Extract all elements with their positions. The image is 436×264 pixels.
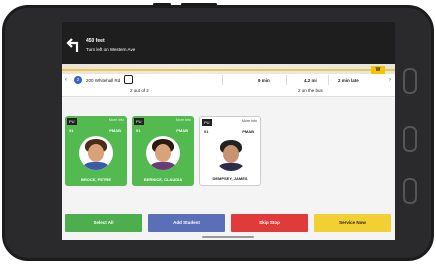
- schedule-status: 2 min late: [338, 78, 359, 83]
- next-stop-chevron-icon[interactable]: ›: [389, 77, 391, 83]
- previous-stop-chevron-icon[interactable]: ‹: [65, 77, 67, 83]
- student-program: PMAB: [109, 128, 121, 133]
- stop-address: 200 Whitehall Rd: [86, 78, 121, 83]
- pickup-badge: PU: [134, 118, 144, 125]
- more-info-link[interactable]: More Info: [109, 118, 124, 122]
- map-road: [62, 69, 395, 71]
- map-view[interactable]: W: [62, 64, 395, 74]
- add-student-button[interactable]: Add Student: [148, 214, 225, 232]
- volume-button-top: [153, 3, 171, 6]
- student-program: PMAB: [242, 129, 254, 134]
- turn-distance: 450 feet: [86, 38, 105, 44]
- divider: [328, 75, 329, 85]
- divider: [286, 75, 287, 85]
- student-program: PMAB: [176, 128, 188, 133]
- action-bar: Select All Add Student Skip Stop Service…: [62, 214, 395, 234]
- map-brand-logo: W: [371, 66, 385, 74]
- service-now-button[interactable]: Service Now: [314, 214, 391, 232]
- device-screen: 450 feet Turn left on Western Ave W ‹ 2 …: [62, 22, 395, 240]
- student-card[interactable]: PU More Info 01 PMAB DEMPSEY, JAMES: [199, 116, 261, 186]
- students-on-bus: 2 on the bus: [298, 88, 323, 93]
- more-info-link[interactable]: More Info: [176, 118, 191, 122]
- hardware-back-button[interactable]: [403, 68, 417, 94]
- student-name: DEMPSEY, JAMES: [212, 176, 248, 181]
- student-grade: 01: [69, 128, 74, 133]
- student-name: BERNICE, CLAUDIA: [143, 177, 183, 182]
- select-all-button[interactable]: Select All: [65, 214, 142, 232]
- stop-progress: 2 out of 2: [130, 88, 149, 93]
- student-photo: [214, 137, 248, 171]
- student-grade: 01: [136, 128, 141, 133]
- navigation-banner: 450 feet Turn left on Western Ave: [62, 22, 395, 64]
- power-button-top: [181, 3, 217, 6]
- turn-instruction: Turn left on Western Ave: [86, 47, 136, 52]
- student-name: BROCE, PETRE: [80, 177, 111, 182]
- student-card[interactable]: PU More Info 01 PMAB BERNICE, CLAUDIA: [132, 116, 194, 186]
- pickup-badge: PU: [202, 119, 212, 126]
- stop-notes-icon[interactable]: [124, 75, 133, 84]
- student-cards: PU More Info 01 PMAB BROCE, PETRE PU Mor…: [62, 98, 395, 198]
- pickup-badge: PU: [67, 118, 77, 125]
- eta-time: 9 min: [258, 78, 270, 83]
- distance-remaining: 4.2 mi: [304, 78, 317, 83]
- stop-info-bar: ‹ 2 200 Whitehall Rd 9 min 4.2 mi 2 min …: [62, 74, 395, 97]
- hardware-recent-button[interactable]: [403, 178, 417, 204]
- skip-stop-button[interactable]: Skip Stop: [231, 214, 308, 232]
- student-photo: [79, 136, 113, 170]
- home-indicator[interactable]: [202, 236, 254, 238]
- student-photo: [146, 136, 180, 170]
- hardware-home-button[interactable]: [403, 126, 417, 152]
- turn-left-arrow-icon: [66, 38, 79, 52]
- student-grade: 01: [204, 129, 209, 134]
- more-info-link[interactable]: More Info: [242, 119, 257, 123]
- stop-number-badge: 2: [74, 76, 82, 84]
- student-card[interactable]: PU More Info 01 PMAB BROCE, PETRE: [65, 116, 127, 186]
- divider: [222, 75, 223, 85]
